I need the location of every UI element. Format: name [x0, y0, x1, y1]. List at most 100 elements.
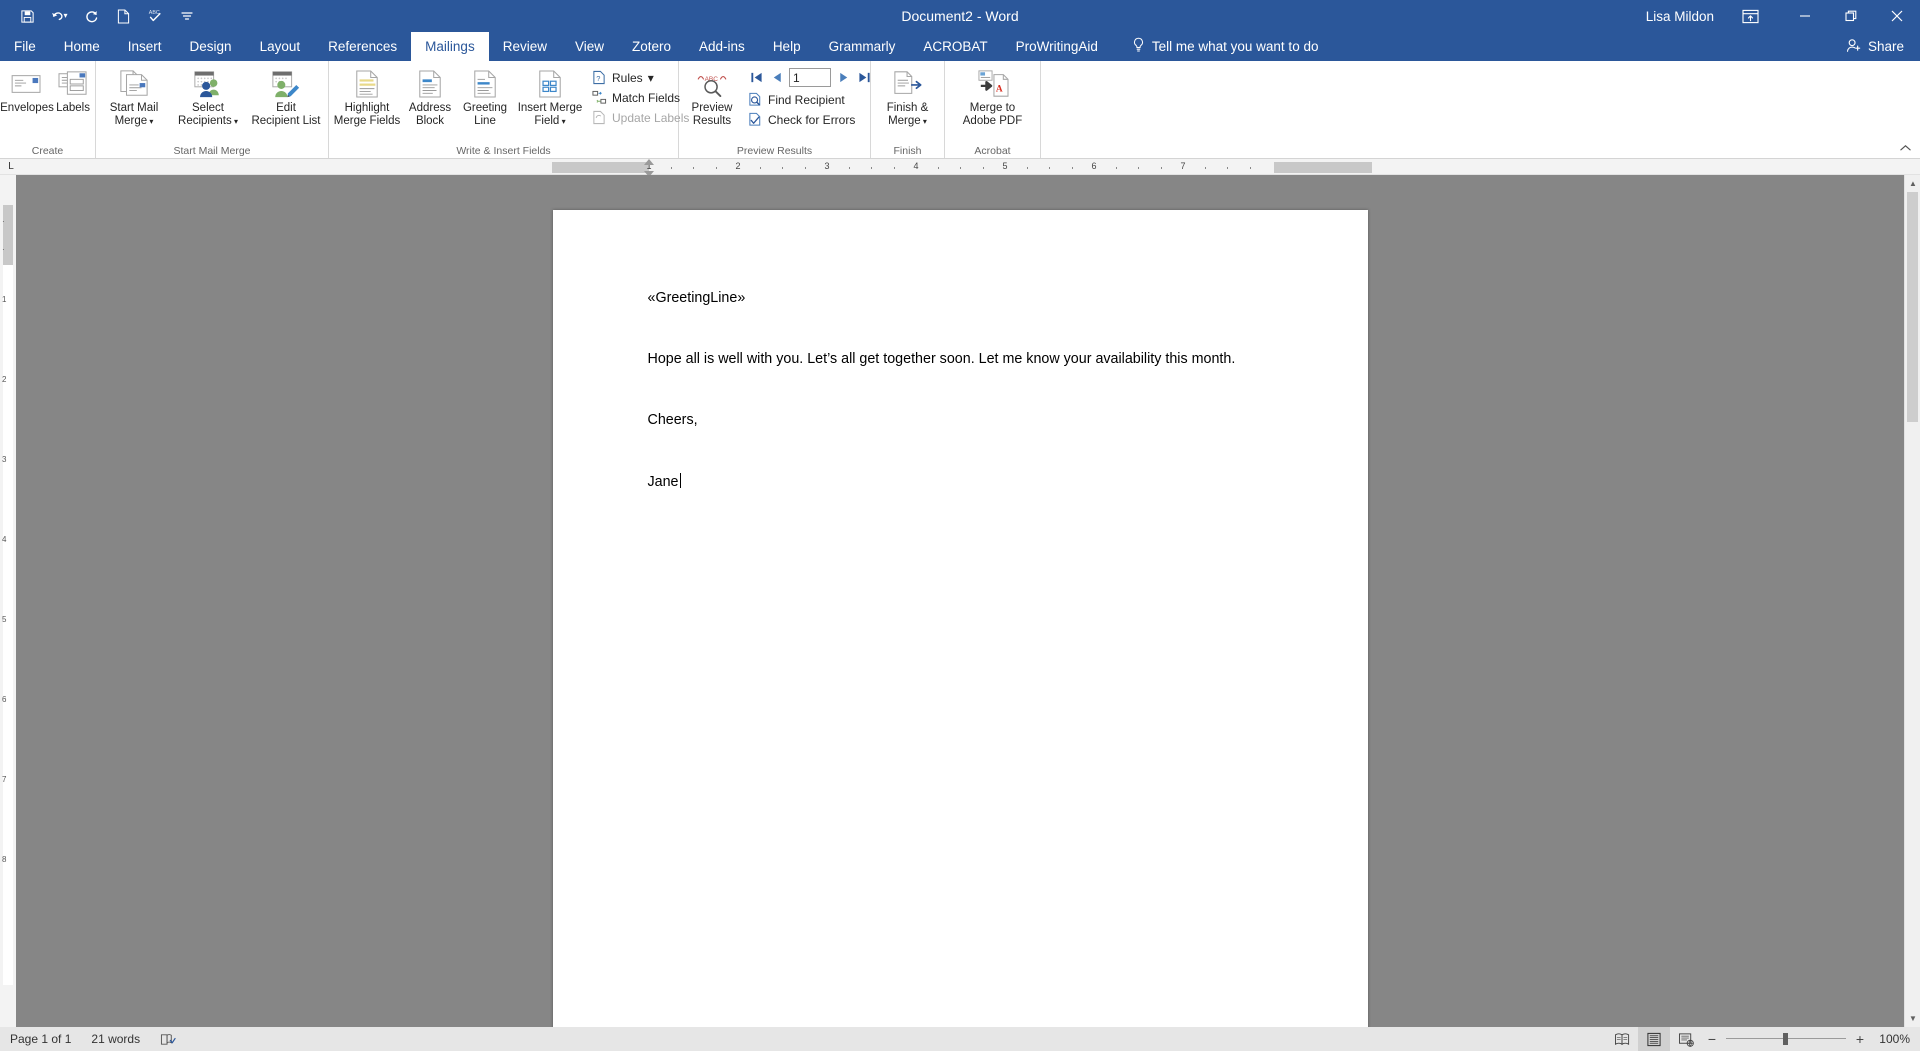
tab-layout[interactable]: Layout [246, 32, 315, 61]
select-recipients-icon [192, 68, 224, 100]
tab-view[interactable]: View [561, 32, 618, 61]
record-number-input[interactable] [789, 68, 831, 87]
body-paragraph[interactable]: Hope all is well with you. Let’s all get… [648, 351, 1273, 368]
rules-dropdown-caret[interactable]: ▾ [648, 71, 654, 85]
share-label: Share [1867, 39, 1904, 54]
greeting-line-icon [472, 68, 498, 100]
proofing-errors-icon[interactable] [150, 1027, 186, 1051]
scroll-up-arrow[interactable]: ▲ [1905, 175, 1920, 192]
tab-help[interactable]: Help [759, 32, 815, 61]
match-fields-label: Match Fields [612, 90, 681, 105]
documents-stack-icon [118, 68, 150, 100]
highlight-fields-icon [354, 68, 380, 100]
start-mail-merge-dropdown-caret[interactable]: ▾ [147, 117, 153, 126]
tab-file[interactable]: File [0, 32, 50, 61]
edit-recipient-icon [270, 68, 302, 100]
next-record-icon[interactable] [834, 69, 852, 87]
zoom-slider-knob[interactable] [1783, 1033, 1788, 1045]
highlight-merge-fields-button[interactable]: Highlight Merge Fields [331, 65, 403, 127]
greeting-line-field[interactable]: «GreetingLine» [648, 290, 1273, 307]
tell-me-search[interactable]: Tell me what you want to do [1118, 32, 1333, 61]
address-block-button[interactable]: Address Block [403, 65, 457, 127]
start-mail-merge-button[interactable]: Start Mail Merge ▾ [98, 65, 170, 128]
minimize-button[interactable] [1782, 0, 1828, 32]
check-for-errors-button[interactable]: Check for Errors [743, 110, 877, 129]
tab-zotero[interactable]: Zotero [618, 32, 685, 61]
page-indicator[interactable]: Page 1 of 1 [0, 1027, 81, 1051]
finish-and-merge-button[interactable]: Finish & Merge ▾ [875, 65, 941, 128]
merge-to-adobe-pdf-label-2: Adobe PDF [962, 114, 1023, 127]
print-layout-view-button[interactable] [1638, 1027, 1670, 1051]
select-recipients-label-1: Select [192, 102, 224, 114]
ribbon-display-options-icon[interactable] [1732, 0, 1768, 32]
ruler-number-3: 3 [824, 161, 830, 171]
preview-results-button[interactable]: ABC Preview Results [681, 65, 743, 127]
new-document-icon[interactable] [108, 3, 138, 29]
previous-record-icon[interactable] [768, 69, 786, 87]
document-page[interactable]: «GreetingLine» Hope all is well with you… [552, 210, 1368, 1027]
zoom-slider[interactable] [1726, 1033, 1846, 1045]
tab-grammarly[interactable]: Grammarly [815, 32, 910, 61]
user-account-name[interactable]: Lisa Mildon [1646, 9, 1714, 24]
tab-home[interactable]: Home [50, 32, 114, 61]
closing-line[interactable]: Cheers, [648, 412, 1273, 429]
greeting-line-button[interactable]: Greeting Line [457, 65, 513, 127]
vertical-ruler[interactable]: · · 1 2 3 4 5 6 7 8 [0, 175, 16, 1027]
tab-design[interactable]: Design [176, 32, 246, 61]
redo-icon[interactable] [76, 3, 106, 29]
vertical-scrollbar[interactable]: ▲ ▼ [1904, 175, 1920, 1027]
find-recipient-icon [747, 92, 763, 108]
edit-recipient-list-button[interactable]: Edit Recipient List [246, 65, 326, 127]
tab-acrobat[interactable]: ACROBAT [909, 32, 1001, 61]
quick-access-toolbar: ▾ ABC [0, 3, 202, 29]
ruler-number-5: 5 [1002, 161, 1008, 171]
merge-to-adobe-pdf-button[interactable]: A Merge to Adobe PDF [951, 65, 1035, 127]
finish-and-merge-dropdown-caret[interactable]: ▾ [921, 117, 927, 126]
zoom-in-button[interactable]: + [1854, 1031, 1866, 1047]
tab-stop-selector[interactable]: L [0, 159, 22, 175]
main-area: · · 1 2 3 4 5 6 7 8 «GreetingLine» Hope … [0, 175, 1920, 1027]
vruler-text-area [3, 265, 13, 985]
zoom-out-button[interactable]: − [1706, 1031, 1718, 1047]
insert-merge-field-button[interactable]: Insert Merge Field ▾ [513, 65, 587, 128]
tab-review[interactable]: Review [489, 32, 561, 61]
first-line-indent-marker[interactable] [644, 159, 654, 165]
select-recipients-dropdown-caret[interactable]: ▾ [232, 117, 238, 126]
tab-mailings[interactable]: Mailings [411, 32, 489, 61]
close-button[interactable] [1874, 0, 1920, 32]
page-content[interactable]: «GreetingLine» Hope all is well with you… [553, 210, 1368, 616]
customize-quick-access-toolbar-icon[interactable] [172, 3, 202, 29]
vruler-tick: 1 [2, 295, 7, 304]
share-button[interactable]: Share [1846, 32, 1920, 61]
status-bar: Page 1 of 1 21 words − + 100% [0, 1027, 1920, 1051]
signature-line-wrap[interactable]: Jane [648, 473, 1273, 491]
scrollbar-thumb[interactable] [1907, 192, 1918, 422]
share-person-icon [1846, 38, 1862, 56]
select-recipients-button[interactable]: Select Recipients ▾ [170, 65, 246, 128]
tab-prowritingaid[interactable]: ProWritingAid [1002, 32, 1112, 61]
restore-button[interactable] [1828, 0, 1874, 32]
zoom-level[interactable]: 100% [1874, 1032, 1910, 1046]
envelopes-button[interactable]: Envelopes [0, 65, 54, 115]
find-recipient-button[interactable]: Find Recipient [743, 90, 877, 109]
title-bar: ▾ ABC Document2 - Word Lisa Mildon [0, 0, 1920, 32]
spelling-grammar-icon[interactable]: ABC [140, 3, 170, 29]
chevron-up-icon[interactable] [1896, 140, 1914, 156]
save-icon[interactable] [12, 3, 42, 29]
tab-insert[interactable]: Insert [114, 32, 176, 61]
undo-dropdown-caret[interactable]: ▾ [63, 12, 67, 20]
scroll-down-arrow[interactable]: ▼ [1905, 1010, 1920, 1027]
vruler-tick: 6 [2, 695, 7, 704]
labels-button[interactable]: Labels [52, 65, 94, 115]
insert-merge-field-dropdown-caret[interactable]: ▾ [559, 117, 566, 126]
word-count[interactable]: 21 words [81, 1027, 150, 1051]
first-record-icon[interactable] [747, 69, 765, 87]
update-labels-icon [591, 110, 607, 126]
web-layout-view-button[interactable] [1670, 1027, 1702, 1051]
read-mode-view-button[interactable] [1606, 1027, 1638, 1051]
undo-icon[interactable]: ▾ [44, 3, 74, 29]
svg-text:?: ? [596, 74, 600, 83]
horizontal-ruler[interactable]: 1 2 3 4 5 6 7 [552, 159, 1372, 208]
tab-add-ins[interactable]: Add-ins [685, 32, 759, 61]
tab-references[interactable]: References [314, 32, 411, 61]
